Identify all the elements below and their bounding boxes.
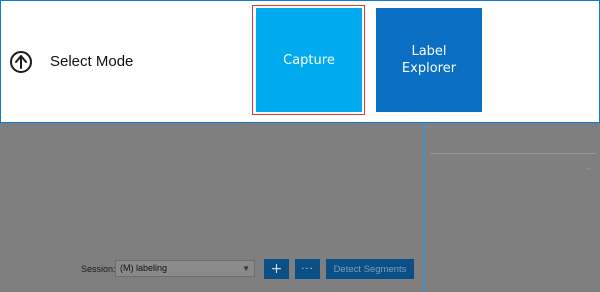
back-button[interactable] bbox=[10, 51, 32, 73]
session-select[interactable]: (M) labeling ▼ bbox=[115, 260, 255, 277]
mode-title: Select Mode bbox=[50, 53, 134, 70]
capture-tile-label: Capture bbox=[283, 52, 335, 68]
detect-segments-button[interactable]: Detect Segments bbox=[326, 259, 414, 279]
session-label: Session: bbox=[81, 264, 116, 274]
capture-tile[interactable]: Capture bbox=[256, 8, 362, 112]
workspace-side-panel bbox=[426, 123, 600, 292]
dropdown-caret-icon: ▼ bbox=[242, 264, 250, 273]
more-options-button[interactable]: ··· bbox=[295, 259, 320, 279]
arrow-up-icon bbox=[15, 55, 27, 69]
label-explorer-tile[interactable]: Label Explorer bbox=[376, 8, 482, 112]
plus-icon: + bbox=[270, 261, 283, 277]
label-explorer-tile-label: Label Explorer bbox=[401, 44, 457, 76]
ellipsis-icon: ··· bbox=[301, 263, 314, 275]
add-session-button[interactable]: + bbox=[264, 259, 289, 279]
detect-segments-label: Detect Segments bbox=[333, 263, 407, 275]
side-panel-divider bbox=[430, 153, 596, 154]
session-select-value: (M) labeling bbox=[120, 263, 168, 273]
chevron-down-icon[interactable]: ⌄ bbox=[585, 163, 593, 173]
